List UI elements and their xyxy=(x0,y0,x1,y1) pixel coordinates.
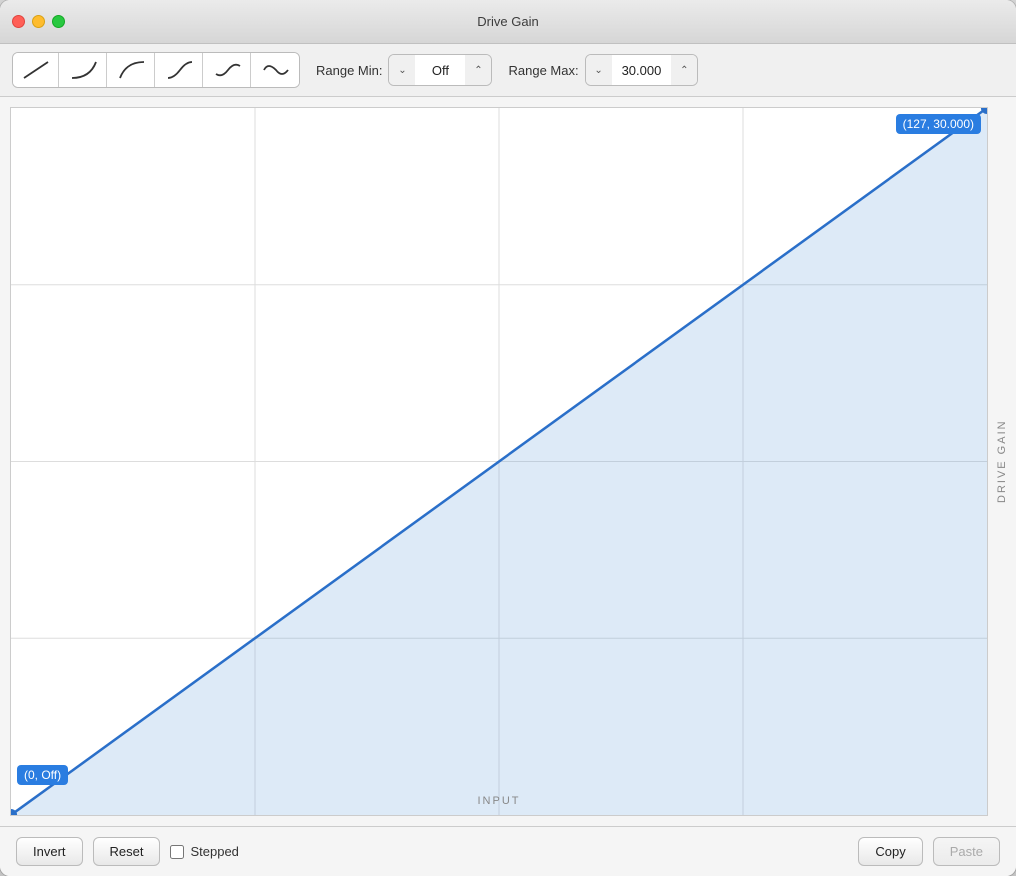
minimize-button[interactable] xyxy=(32,15,45,28)
range-max-control: ⌄ 30.000 ⌃ xyxy=(585,54,699,86)
curve-linear-up-button[interactable] xyxy=(13,53,59,87)
range-max-up-button[interactable]: ⌃ xyxy=(671,55,697,85)
range-min-value: Off xyxy=(415,63,465,78)
window-title: Drive Gain xyxy=(477,14,538,29)
copy-button[interactable]: Copy xyxy=(858,837,922,866)
paste-button[interactable]: Paste xyxy=(933,837,1000,866)
chart-y-axis-label: DRIVE GAIN xyxy=(988,107,1016,816)
stepped-group: Stepped xyxy=(170,844,238,859)
invert-button[interactable]: Invert xyxy=(16,837,83,866)
range-min-label: Range Min: xyxy=(316,63,382,78)
chart-point-end-label: (127, 30.000) xyxy=(896,114,981,134)
chart-container[interactable]: (127, 30.000) (0, Off) INPUT xyxy=(10,107,988,816)
reset-button[interactable]: Reset xyxy=(93,837,161,866)
curve-buttons-group xyxy=(12,52,300,88)
chart-point-start-label: (0, Off) xyxy=(17,765,68,785)
range-min-group: Range Min: ⌄ Off ⌃ xyxy=(316,54,492,86)
app-window: Drive Gain xyxy=(0,0,1016,876)
maximize-button[interactable] xyxy=(52,15,65,28)
chart-svg xyxy=(11,108,987,815)
chart-area: (127, 30.000) (0, Off) INPUT DRIVE GAIN xyxy=(0,97,1016,826)
curve-s-button[interactable] xyxy=(157,53,203,87)
curve-s3-button[interactable] xyxy=(253,53,299,87)
stepped-label: Stepped xyxy=(190,844,238,859)
title-bar: Drive Gain xyxy=(0,0,1016,44)
range-min-up-button[interactable]: ⌃ xyxy=(465,55,491,85)
range-max-group: Range Max: ⌄ 30.000 ⌃ xyxy=(508,54,698,86)
range-max-label: Range Max: xyxy=(508,63,578,78)
toolbar: Range Min: ⌄ Off ⌃ Range Max: ⌄ 30.000 ⌃ xyxy=(0,44,1016,97)
chart-x-axis-label: INPUT xyxy=(478,795,521,807)
range-min-control: ⌄ Off ⌃ xyxy=(388,54,492,86)
curve-concave-button[interactable] xyxy=(109,53,155,87)
range-min-down-button[interactable]: ⌄ xyxy=(389,55,415,85)
range-max-value: 30.000 xyxy=(612,63,672,78)
curve-s2-button[interactable] xyxy=(205,53,251,87)
range-max-down-button[interactable]: ⌄ xyxy=(586,55,612,85)
curve-convex-button[interactable] xyxy=(61,53,107,87)
close-button[interactable] xyxy=(12,15,25,28)
stepped-checkbox[interactable] xyxy=(170,845,184,859)
traffic-lights xyxy=(12,15,65,28)
bottom-bar: Invert Reset Stepped Copy Paste xyxy=(0,826,1016,876)
